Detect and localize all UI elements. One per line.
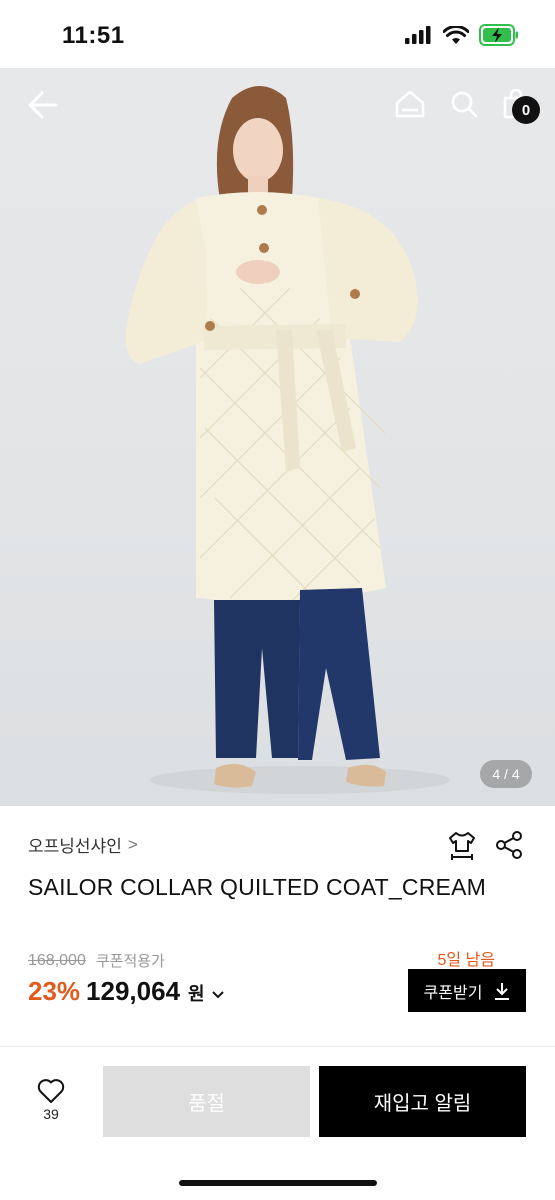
cart-count-badge: 0 [512,96,540,124]
heart-icon [37,1079,65,1103]
chevron-right-icon: > [127,834,138,854]
search-button[interactable] [444,84,484,124]
like-count: 39 [43,1106,59,1122]
chevron-down-icon[interactable] [211,987,225,1003]
image-pager: 4 / 4 [480,760,532,788]
get-coupon-label: 쿠폰받기 [423,984,483,1002]
status-bar: 11:51 [0,0,555,68]
price-row: 23% 129,064 원 [28,976,225,1007]
wifi-icon [443,25,469,44]
sale-price: 129,064 [86,976,181,1006]
product-title: SAILOR COLLAR QUILTED COAT_CREAM [28,874,486,900]
currency: 원 [188,984,205,1004]
get-coupon-button[interactable]: 쿠폰받기 [408,969,526,1012]
status-icons [405,24,519,46]
status-time: 11:51 [62,22,125,49]
coupon-price-label: 쿠폰적용가 [95,953,165,970]
like-button[interactable]: 39 [28,1078,74,1130]
discount-rate: 23% [28,976,81,1006]
restock-alert-button[interactable]: 재입고 알림 [319,1066,526,1137]
size-guide-button[interactable] [447,830,477,860]
brand-link[interactable]: 오프닝선샤인 > [28,832,138,857]
coupon-days-left: 5일 남음 [437,952,495,969]
arrow-left-icon [28,91,58,119]
divider [0,1046,555,1047]
back-button[interactable] [22,84,64,126]
product-photo [125,86,450,794]
cellular-signal-icon [405,26,431,44]
download-icon [495,982,510,1000]
shirt-size-icon [449,832,475,860]
share-button[interactable] [495,830,525,860]
brand-name: 오프닝선샤인 [28,837,122,856]
product-actions [447,830,525,860]
original-price-row: 168,000 쿠폰적용가 [28,950,165,971]
home-indicator [179,1180,377,1186]
product-image-carousel[interactable]: 4 / 4 [0,68,555,806]
share-icon [496,831,522,859]
home-button[interactable] [390,84,430,124]
battery-charging-icon [479,24,518,46]
sold-out-button: 품절 [103,1066,310,1137]
home-icon [395,90,425,118]
original-price: 168,000 [28,951,86,969]
search-icon [451,91,478,118]
